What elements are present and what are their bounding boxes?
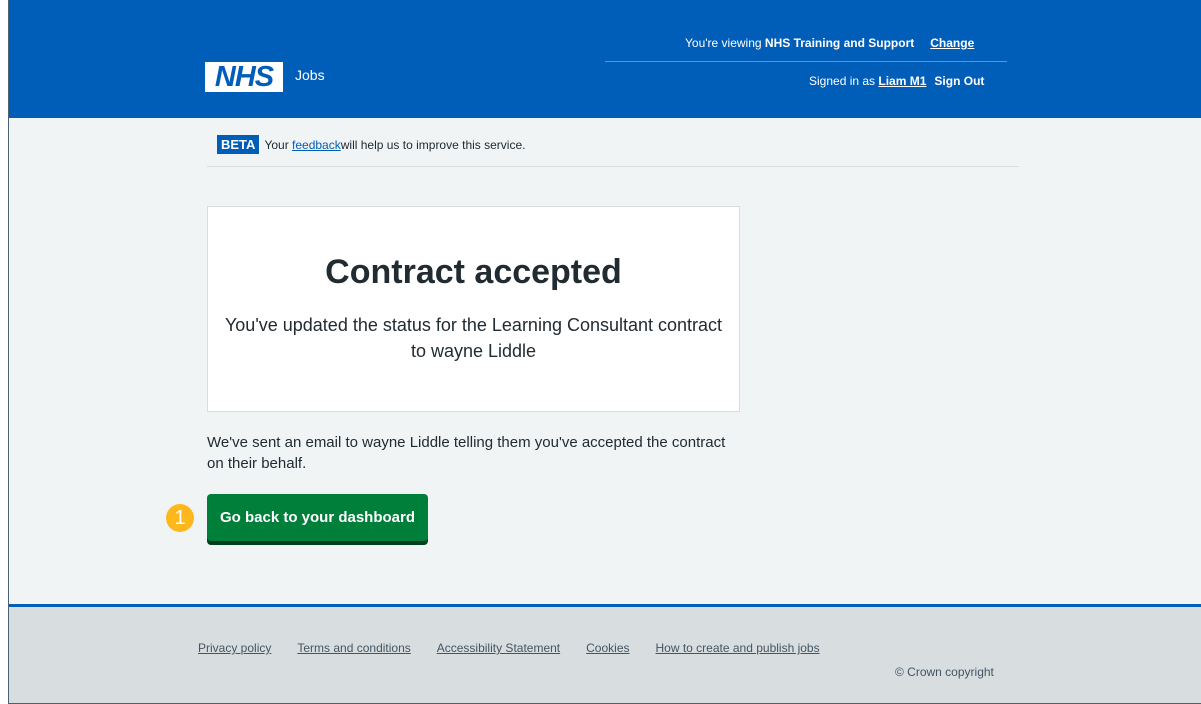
nhs-logo[interactable]: NHS bbox=[205, 62, 283, 92]
beta-text-before: Your bbox=[264, 137, 289, 152]
copyright-notice: © Crown copyright bbox=[895, 665, 994, 679]
organisation-switcher: You're viewing NHS Training and Support C… bbox=[685, 36, 974, 50]
service-name[interactable]: Jobs bbox=[295, 67, 325, 83]
panel-body: You've updated the status for the Learni… bbox=[224, 315, 723, 361]
site-header: You're viewing NHS Training and Support C… bbox=[9, 0, 1201, 118]
feedback-link[interactable]: feedback bbox=[292, 138, 341, 152]
footer-links: Privacy policy Terms and conditions Acce… bbox=[198, 641, 846, 655]
footer-link-privacy[interactable]: Privacy policy bbox=[198, 641, 271, 655]
beta-banner: BETA Your feedback will help us to impro… bbox=[217, 135, 525, 154]
user-name-link[interactable]: Liam M1 bbox=[878, 74, 926, 88]
beta-tag: BETA bbox=[217, 135, 260, 154]
sign-out-link[interactable]: Sign Out bbox=[934, 74, 984, 88]
beta-divider bbox=[207, 166, 1019, 167]
footer-link-how-to-publish[interactable]: How to create and publish jobs bbox=[656, 641, 820, 655]
viewing-prefix: You're viewing bbox=[685, 36, 765, 50]
page-frame: You're viewing NHS Training and Support C… bbox=[8, 0, 1201, 704]
change-organisation-link[interactable]: Change bbox=[930, 36, 974, 50]
step-marker-icon: 1 bbox=[166, 504, 194, 532]
beta-text-after: will help us to improve this service. bbox=[340, 137, 526, 152]
go-back-to-dashboard-button[interactable]: Go back to your dashboard bbox=[207, 494, 428, 541]
panel-title: Contract accepted bbox=[325, 253, 622, 291]
header-divider bbox=[605, 61, 1007, 62]
account-info: Signed in as Liam M1 Sign Out bbox=[809, 74, 984, 88]
footer-link-cookies[interactable]: Cookies bbox=[586, 641, 629, 655]
confirmation-panel: Contract accepted You've updated the sta… bbox=[207, 206, 740, 412]
site-footer: Privacy policy Terms and conditions Acce… bbox=[9, 604, 1201, 703]
organisation-name: NHS Training and Support bbox=[764, 36, 915, 50]
footer-link-accessibility[interactable]: Accessibility Statement bbox=[437, 641, 560, 655]
email-sent-message: We've sent an email to wayne Liddle tell… bbox=[207, 434, 726, 472]
footer-link-terms[interactable]: Terms and conditions bbox=[297, 641, 410, 655]
signed-in-prefix: Signed in as bbox=[809, 74, 879, 88]
